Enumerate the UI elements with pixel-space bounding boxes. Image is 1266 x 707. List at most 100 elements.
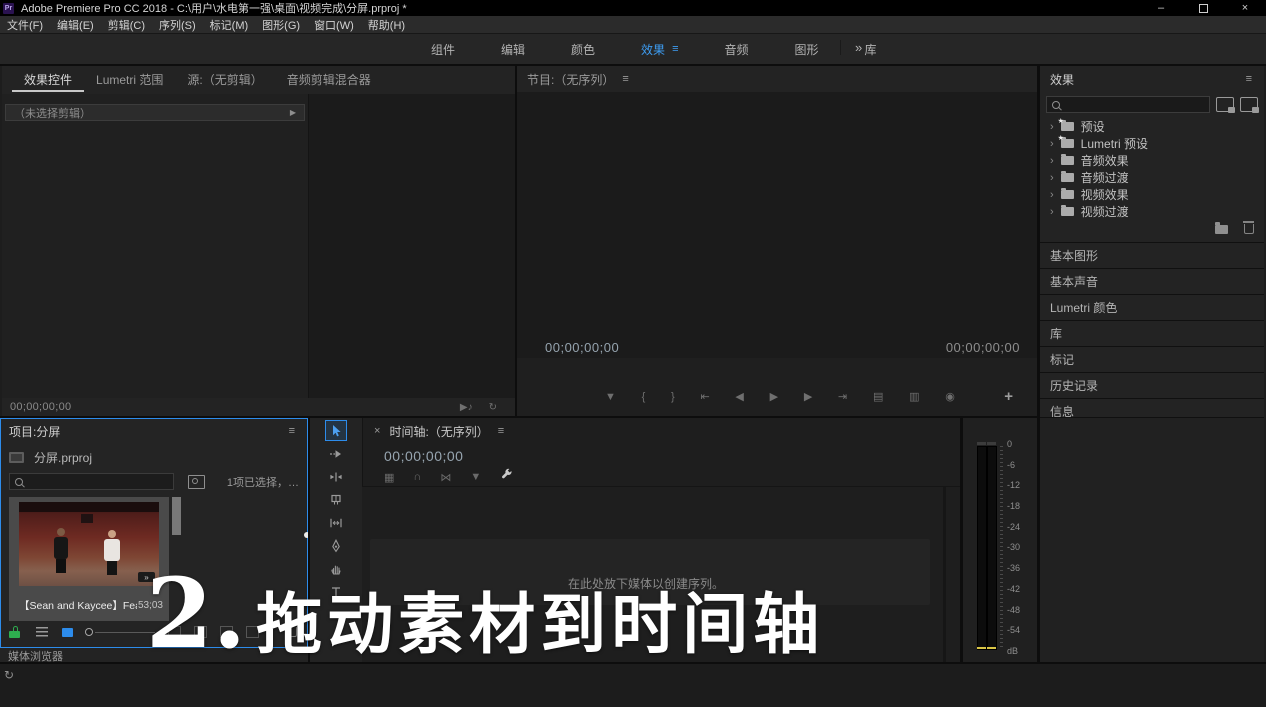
new-custom-bin-icon[interactable] [1215,225,1228,234]
collapsed-panel-header[interactable]: Lumetri 颜色 [1040,294,1264,320]
linked-selection-icon[interactable]: ⋈ [440,471,451,484]
go-to-out-icon[interactable]: ⇥ [838,390,847,404]
program-panel-menu-icon[interactable]: ≡ [622,73,628,85]
clear-icon[interactable] [287,627,297,637]
menu-item[interactable]: 文件(F) [0,17,50,33]
project-tab[interactable]: 项目:分屏 [9,423,60,440]
timeline-scrollbar[interactable] [943,487,946,662]
project-panel-menu-icon[interactable]: ≡ [289,425,295,437]
collapsed-panel-header[interactable]: 基本图形 [1040,242,1264,268]
gutter[interactable] [515,66,517,416]
workspace-tab[interactable]: 效果 ≡ [618,41,701,58]
chevron-right-icon[interactable]: › [1050,189,1054,201]
marker-icon[interactable]: ▼ [470,471,481,483]
delete-custom-item-icon[interactable] [1244,224,1254,234]
effects-folder-row[interactable]: › 视频过渡 [1042,203,1262,220]
mark-out-icon[interactable]: } [671,390,675,404]
workspace-tab[interactable]: 音频 ≡ [701,41,771,58]
effects-panel-title[interactable]: 效果 [1050,71,1074,88]
timeline-panel-menu-icon[interactable]: ≡ [498,425,504,437]
effects-folder-row[interactable]: › 预设 [1042,118,1262,135]
pen-tool[interactable] [325,535,347,556]
zoom-slider[interactable] [85,627,155,637]
new-item-icon[interactable] [246,626,259,638]
mark-in-icon[interactable]: { [642,390,646,404]
panel-tab[interactable]: 音频剪辑混合器 ≡ [275,66,383,92]
expand-arrow-icon[interactable]: ▶ [290,108,296,117]
hand-tool[interactable] [325,558,347,579]
32bit-color-filter-icon[interactable] [1240,97,1258,112]
track-select-forward-tool[interactable] [325,443,347,464]
no-clip-selected-bar[interactable]: （未选择剪辑） ▶ [5,104,305,121]
chevron-right-icon[interactable]: › [1050,121,1054,133]
find-icon[interactable] [194,626,207,638]
timeline-timecode[interactable]: 00;00;00;00 [384,448,463,464]
creative-cloud-sync-icon[interactable]: ↻ [4,668,14,682]
effects-panel-menu-icon[interactable]: ≡ [1246,73,1252,85]
search-bin-icon[interactable] [188,475,205,489]
clip-name[interactable]: 【Sean and Kaycee】Featu... [19,598,137,613]
menu-item[interactable]: 帮助(H) [361,17,412,33]
close-panel-icon[interactable]: × [374,425,380,437]
slip-tool[interactable] [325,512,347,533]
project-writable-icon[interactable] [9,631,20,638]
effects-search-input[interactable] [1046,96,1210,113]
program-current-timecode[interactable]: 00;00;00;00 [545,340,619,355]
menu-item[interactable]: 序列(S) [152,17,203,33]
gutter[interactable] [308,418,310,662]
play-icon[interactable]: ▶ [770,390,778,404]
go-to-in-icon[interactable]: ⇤ [700,390,709,404]
restore-button[interactable] [1182,0,1224,16]
clip-item[interactable]: » 【Sean and Kaycee】Featu... 53;03 [9,497,169,621]
chevron-right-icon[interactable]: › [1050,155,1054,167]
ripple-edit-tool[interactable] [325,466,347,487]
step-back-icon[interactable]: ◀ [735,390,743,404]
panel-tab[interactable]: Lumetri 范围 ≡ [84,66,175,92]
loop-icon[interactable]: ↻ [489,402,497,413]
chevron-right-icon[interactable]: › [1050,206,1054,218]
settings-wrench-icon[interactable] [500,468,513,486]
effects-folder-row[interactable]: › Lumetri 预设 [1042,135,1262,152]
gutter[interactable] [960,418,963,662]
list-view-icon[interactable] [36,627,48,637]
zoom-slider-knob[interactable] [85,628,93,636]
lift-icon[interactable]: ▤ [873,390,883,404]
menu-item[interactable]: 编辑(E) [50,17,101,33]
automate-to-sequence-icon[interactable] [168,626,181,638]
collapsed-panel-header[interactable]: 基本声音 [1040,268,1264,294]
new-bin-icon[interactable] [220,626,233,638]
collapsed-panel-header[interactable]: 库 [1040,320,1264,346]
workspace-tab[interactable]: 编辑 ≡ [478,41,548,58]
button-editor-plus-icon[interactable]: + [1004,388,1013,405]
workspace-tab[interactable]: 颜色 ≡ [548,41,618,58]
icon-view-icon[interactable] [62,628,73,637]
play-in-to-out-icon[interactable]: ▶♪ [460,402,473,413]
menu-item[interactable]: 图形(G) [255,17,307,33]
step-forward-icon[interactable]: ▶ [804,390,812,404]
add-marker-icon[interactable]: ▼ [605,390,616,404]
project-search-input[interactable] [9,473,174,490]
menu-item[interactable]: 剪辑(C) [101,17,152,33]
extract-icon[interactable]: ▥ [909,390,919,404]
selection-tool[interactable] [325,420,347,441]
snap-icon[interactable]: ∩ [413,471,421,483]
program-tab[interactable]: 节目:（无序列） [527,71,614,88]
type-tool[interactable] [325,581,347,602]
chevron-right-icon[interactable]: › [1050,172,1054,184]
workspace-tab-menu-icon[interactable]: ≡ [672,43,678,55]
minimize-button[interactable]: – [1140,0,1182,16]
project-file-name[interactable]: 分屏.prproj [34,449,92,466]
panel-tab[interactable]: 源:（无剪辑） ≡ [175,66,274,92]
clip-thumbnail[interactable]: » [19,502,159,586]
gutter[interactable] [1037,66,1040,662]
export-frame-icon[interactable]: ◉ [945,390,955,404]
workspace-overflow-button[interactable]: » [840,40,876,55]
razor-tool[interactable] [325,489,347,510]
workspace-tab[interactable]: 图形 ≡ [772,41,842,58]
chevron-right-icon[interactable]: › [1050,138,1054,150]
collapsed-panel-header[interactable]: 历史记录 [1040,372,1264,398]
close-button[interactable]: × [1224,0,1266,16]
timeline-tab[interactable]: 时间轴:（无序列） [389,423,488,440]
menu-item[interactable]: 标记(M) [203,17,256,33]
panel-tab[interactable]: 效果控件 ≡ [12,66,84,92]
